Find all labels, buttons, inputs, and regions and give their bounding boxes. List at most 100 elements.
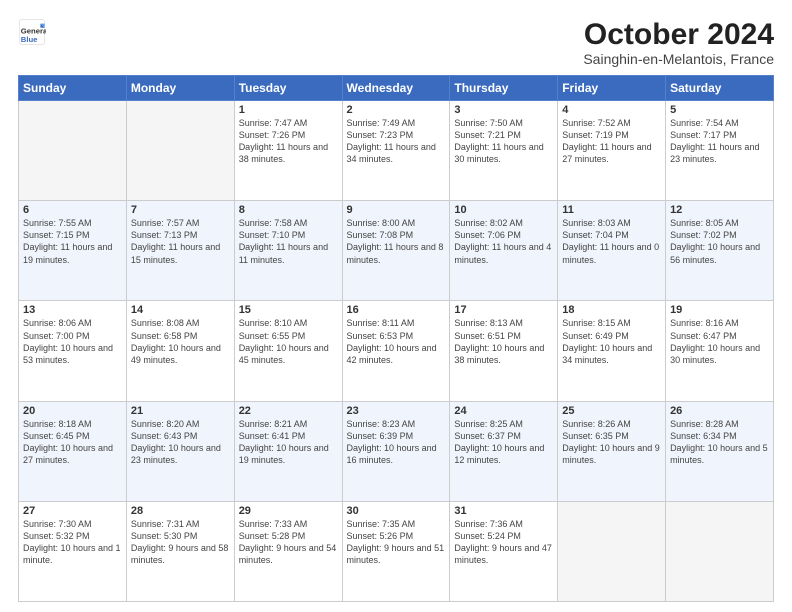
calendar-row: 27Sunrise: 7:30 AM Sunset: 5:32 PM Dayli…	[19, 501, 774, 601]
table-row: 17Sunrise: 8:13 AM Sunset: 6:51 PM Dayli…	[450, 301, 558, 401]
title-block: October 2024 Sainghin-en-Melantois, Fran…	[583, 18, 774, 67]
table-row: 4Sunrise: 7:52 AM Sunset: 7:19 PM Daylig…	[558, 101, 666, 201]
day-info: Sunrise: 8:20 AM Sunset: 6:43 PM Dayligh…	[131, 418, 230, 467]
day-number: 30	[347, 505, 446, 517]
day-number: 17	[454, 304, 553, 316]
day-info: Sunrise: 8:03 AM Sunset: 7:04 PM Dayligh…	[562, 217, 661, 266]
table-row: 9Sunrise: 8:00 AM Sunset: 7:08 PM Daylig…	[342, 201, 450, 301]
day-number: 13	[23, 304, 122, 316]
col-saturday: Saturday	[666, 76, 774, 101]
col-monday: Monday	[126, 76, 234, 101]
table-row: 3Sunrise: 7:50 AM Sunset: 7:21 PM Daylig…	[450, 101, 558, 201]
table-row: 27Sunrise: 7:30 AM Sunset: 5:32 PM Dayli…	[19, 501, 127, 601]
table-row: 26Sunrise: 8:28 AM Sunset: 6:34 PM Dayli…	[666, 401, 774, 501]
calendar-header-row: Sunday Monday Tuesday Wednesday Thursday…	[19, 76, 774, 101]
table-row: 5Sunrise: 7:54 AM Sunset: 7:17 PM Daylig…	[666, 101, 774, 201]
day-number: 9	[347, 204, 446, 216]
logo: General Blue	[18, 18, 50, 46]
day-number: 19	[670, 304, 769, 316]
day-info: Sunrise: 8:06 AM Sunset: 7:00 PM Dayligh…	[23, 317, 122, 366]
day-info: Sunrise: 7:55 AM Sunset: 7:15 PM Dayligh…	[23, 217, 122, 266]
day-info: Sunrise: 8:10 AM Sunset: 6:55 PM Dayligh…	[239, 317, 338, 366]
calendar-row: 20Sunrise: 8:18 AM Sunset: 6:45 PM Dayli…	[19, 401, 774, 501]
table-row: 16Sunrise: 8:11 AM Sunset: 6:53 PM Dayli…	[342, 301, 450, 401]
day-number: 22	[239, 405, 338, 417]
calendar-row: 13Sunrise: 8:06 AM Sunset: 7:00 PM Dayli…	[19, 301, 774, 401]
day-number: 12	[670, 204, 769, 216]
table-row: 1Sunrise: 7:47 AM Sunset: 7:26 PM Daylig…	[234, 101, 342, 201]
day-info: Sunrise: 7:57 AM Sunset: 7:13 PM Dayligh…	[131, 217, 230, 266]
day-info: Sunrise: 8:05 AM Sunset: 7:02 PM Dayligh…	[670, 217, 769, 266]
calendar-row: 1Sunrise: 7:47 AM Sunset: 7:26 PM Daylig…	[19, 101, 774, 201]
table-row	[126, 101, 234, 201]
table-row: 28Sunrise: 7:31 AM Sunset: 5:30 PM Dayli…	[126, 501, 234, 601]
day-number: 29	[239, 505, 338, 517]
day-number: 5	[670, 104, 769, 116]
col-tuesday: Tuesday	[234, 76, 342, 101]
day-number: 16	[347, 304, 446, 316]
col-thursday: Thursday	[450, 76, 558, 101]
day-info: Sunrise: 7:33 AM Sunset: 5:28 PM Dayligh…	[239, 518, 338, 567]
logo-icon: General Blue	[18, 18, 46, 46]
day-info: Sunrise: 8:11 AM Sunset: 6:53 PM Dayligh…	[347, 317, 446, 366]
day-info: Sunrise: 7:58 AM Sunset: 7:10 PM Dayligh…	[239, 217, 338, 266]
day-info: Sunrise: 8:25 AM Sunset: 6:37 PM Dayligh…	[454, 418, 553, 467]
day-info: Sunrise: 7:36 AM Sunset: 5:24 PM Dayligh…	[454, 518, 553, 567]
day-info: Sunrise: 8:16 AM Sunset: 6:47 PM Dayligh…	[670, 317, 769, 366]
table-row	[558, 501, 666, 601]
day-info: Sunrise: 7:31 AM Sunset: 5:30 PM Dayligh…	[131, 518, 230, 567]
day-number: 21	[131, 405, 230, 417]
day-number: 23	[347, 405, 446, 417]
table-row: 25Sunrise: 8:26 AM Sunset: 6:35 PM Dayli…	[558, 401, 666, 501]
table-row: 18Sunrise: 8:15 AM Sunset: 6:49 PM Dayli…	[558, 301, 666, 401]
table-row: 31Sunrise: 7:36 AM Sunset: 5:24 PM Dayli…	[450, 501, 558, 601]
table-row: 19Sunrise: 8:16 AM Sunset: 6:47 PM Dayli…	[666, 301, 774, 401]
day-number: 20	[23, 405, 122, 417]
day-info: Sunrise: 8:00 AM Sunset: 7:08 PM Dayligh…	[347, 217, 446, 266]
day-number: 15	[239, 304, 338, 316]
header: General Blue October 2024 Sainghin-en-Me…	[18, 18, 774, 67]
day-info: Sunrise: 7:52 AM Sunset: 7:19 PM Dayligh…	[562, 117, 661, 166]
table-row: 13Sunrise: 8:06 AM Sunset: 7:00 PM Dayli…	[19, 301, 127, 401]
day-number: 11	[562, 204, 661, 216]
page: General Blue October 2024 Sainghin-en-Me…	[0, 0, 792, 612]
day-number: 4	[562, 104, 661, 116]
day-number: 26	[670, 405, 769, 417]
table-row: 20Sunrise: 8:18 AM Sunset: 6:45 PM Dayli…	[19, 401, 127, 501]
day-number: 2	[347, 104, 446, 116]
day-info: Sunrise: 8:21 AM Sunset: 6:41 PM Dayligh…	[239, 418, 338, 467]
subtitle: Sainghin-en-Melantois, France	[583, 51, 774, 67]
day-number: 27	[23, 505, 122, 517]
col-friday: Friday	[558, 76, 666, 101]
table-row: 2Sunrise: 7:49 AM Sunset: 7:23 PM Daylig…	[342, 101, 450, 201]
day-number: 18	[562, 304, 661, 316]
day-number: 3	[454, 104, 553, 116]
day-number: 25	[562, 405, 661, 417]
day-info: Sunrise: 8:02 AM Sunset: 7:06 PM Dayligh…	[454, 217, 553, 266]
day-info: Sunrise: 8:26 AM Sunset: 6:35 PM Dayligh…	[562, 418, 661, 467]
table-row: 11Sunrise: 8:03 AM Sunset: 7:04 PM Dayli…	[558, 201, 666, 301]
calendar-table: Sunday Monday Tuesday Wednesday Thursday…	[18, 75, 774, 602]
table-row: 22Sunrise: 8:21 AM Sunset: 6:41 PM Dayli…	[234, 401, 342, 501]
table-row: 6Sunrise: 7:55 AM Sunset: 7:15 PM Daylig…	[19, 201, 127, 301]
table-row: 29Sunrise: 7:33 AM Sunset: 5:28 PM Dayli…	[234, 501, 342, 601]
day-number: 31	[454, 505, 553, 517]
table-row: 8Sunrise: 7:58 AM Sunset: 7:10 PM Daylig…	[234, 201, 342, 301]
day-info: Sunrise: 8:23 AM Sunset: 6:39 PM Dayligh…	[347, 418, 446, 467]
table-row	[666, 501, 774, 601]
table-row: 10Sunrise: 8:02 AM Sunset: 7:06 PM Dayli…	[450, 201, 558, 301]
day-number: 10	[454, 204, 553, 216]
day-info: Sunrise: 8:28 AM Sunset: 6:34 PM Dayligh…	[670, 418, 769, 467]
day-number: 24	[454, 405, 553, 417]
table-row: 14Sunrise: 8:08 AM Sunset: 6:58 PM Dayli…	[126, 301, 234, 401]
day-number: 7	[131, 204, 230, 216]
table-row: 12Sunrise: 8:05 AM Sunset: 7:02 PM Dayli…	[666, 201, 774, 301]
day-info: Sunrise: 7:50 AM Sunset: 7:21 PM Dayligh…	[454, 117, 553, 166]
day-info: Sunrise: 8:08 AM Sunset: 6:58 PM Dayligh…	[131, 317, 230, 366]
month-title: October 2024	[583, 18, 774, 51]
day-number: 6	[23, 204, 122, 216]
day-info: Sunrise: 8:13 AM Sunset: 6:51 PM Dayligh…	[454, 317, 553, 366]
col-wednesday: Wednesday	[342, 76, 450, 101]
table-row: 7Sunrise: 7:57 AM Sunset: 7:13 PM Daylig…	[126, 201, 234, 301]
day-info: Sunrise: 7:30 AM Sunset: 5:32 PM Dayligh…	[23, 518, 122, 567]
